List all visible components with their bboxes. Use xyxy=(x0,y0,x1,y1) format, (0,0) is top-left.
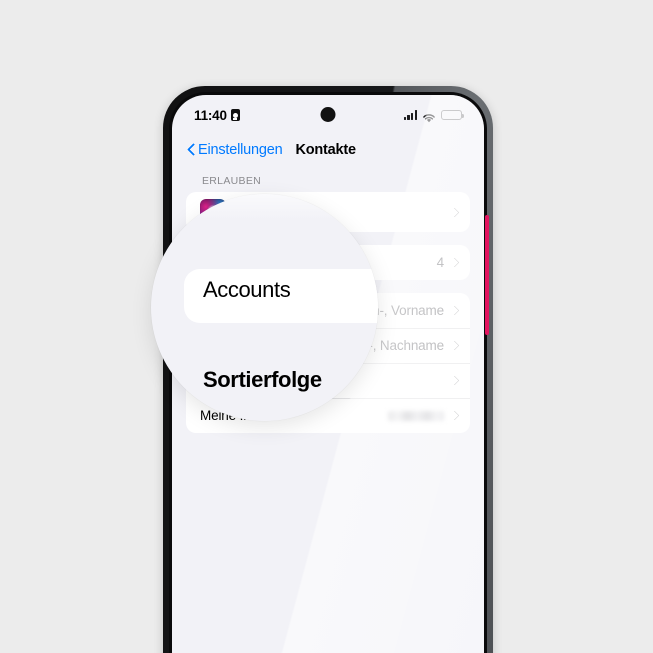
magnifier-top-fade xyxy=(151,194,378,220)
chevron-right-icon xyxy=(451,340,458,352)
battery-icon xyxy=(441,109,464,121)
cellular-signal-icon xyxy=(403,110,417,121)
device-side-button[interactable] xyxy=(485,215,489,335)
chevron-right-icon xyxy=(451,305,458,317)
chevron-left-icon xyxy=(187,143,195,157)
page-title: Kontakte xyxy=(295,142,356,158)
wifi-icon xyxy=(422,110,436,123)
app-badge-icon xyxy=(230,109,240,121)
status-bar-time: 11:40 xyxy=(194,107,227,123)
magnifier-content: Accounts Sortierfolge xyxy=(151,194,378,421)
settings-row-value: 4 xyxy=(436,255,445,270)
front-camera-icon xyxy=(320,107,336,122)
chevron-right-icon xyxy=(451,257,458,269)
magnified-accounts-label: Accounts xyxy=(203,277,291,302)
magnified-sortierfolge-label: Sortierfolge xyxy=(203,367,322,392)
chevron-right-icon xyxy=(451,375,458,387)
navigation-bar: Einstellungen Kontakte xyxy=(172,135,484,165)
magnifier-overlay: Accounts Sortierfolge xyxy=(151,194,378,421)
chevron-right-icon xyxy=(451,206,458,218)
back-button-label: Einstellungen xyxy=(198,142,283,158)
status-bar-right xyxy=(403,109,464,123)
screenshot-canvas: 11:40 Einstellungen Kontakte ERLAUBEN 4 … xyxy=(0,0,653,653)
back-button[interactable]: Einstellungen xyxy=(187,142,283,158)
chevron-right-icon xyxy=(451,410,458,422)
status-bar-left: 11:40 xyxy=(194,108,240,123)
section-header-erlauben: ERLAUBEN xyxy=(202,175,262,187)
redacted-value xyxy=(388,410,444,421)
